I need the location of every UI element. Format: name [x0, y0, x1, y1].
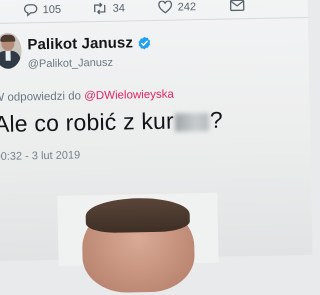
reply-icon: [23, 4, 38, 17]
tweet-text-end: ?: [209, 106, 224, 133]
author-name-text: Palikot Janusz: [27, 34, 134, 54]
retweet-icon: [93, 2, 106, 15]
direct-message-action[interactable]: [229, 0, 245, 12]
heart-icon: [158, 0, 173, 14]
envelope-icon: [229, 0, 245, 12]
retweet-action[interactable]: 34: [92, 1, 125, 15]
tweet-text: Ale co robić z kur?: [0, 107, 223, 138]
tweet-timestamp[interactable]: 00:32 - 3 lut 2019: [0, 149, 80, 163]
reply-action[interactable]: 105: [23, 3, 62, 17]
author-name[interactable]: Palikot Janusz: [27, 34, 151, 53]
verified-badge-icon: [138, 36, 150, 50]
reply-count: 105: [42, 3, 62, 16]
author-avatar[interactable]: [0, 32, 22, 70]
author-handle[interactable]: @Palikot_Janusz: [28, 57, 113, 71]
reply-context-prefix: W odpowiedzi do: [0, 90, 85, 105]
tweet-text-start: Ale co robić z kur: [0, 107, 175, 138]
tweet-screen: 105 34 242 Palikot Janusz @Palikot_Janus…: [0, 0, 313, 294]
tweet-actions-bar: 105 34 242: [0, 0, 308, 25]
censored-blur: [174, 112, 210, 132]
retweet-count: 34: [112, 1, 126, 15]
like-count: 242: [177, 0, 197, 13]
reply-mention-link[interactable]: @DWielowieyska: [84, 89, 174, 103]
like-action[interactable]: 242: [158, 0, 197, 14]
attached-photo[interactable]: [57, 192, 219, 294]
reply-context: W odpowiedzi do @DWielowieyska: [0, 89, 174, 104]
